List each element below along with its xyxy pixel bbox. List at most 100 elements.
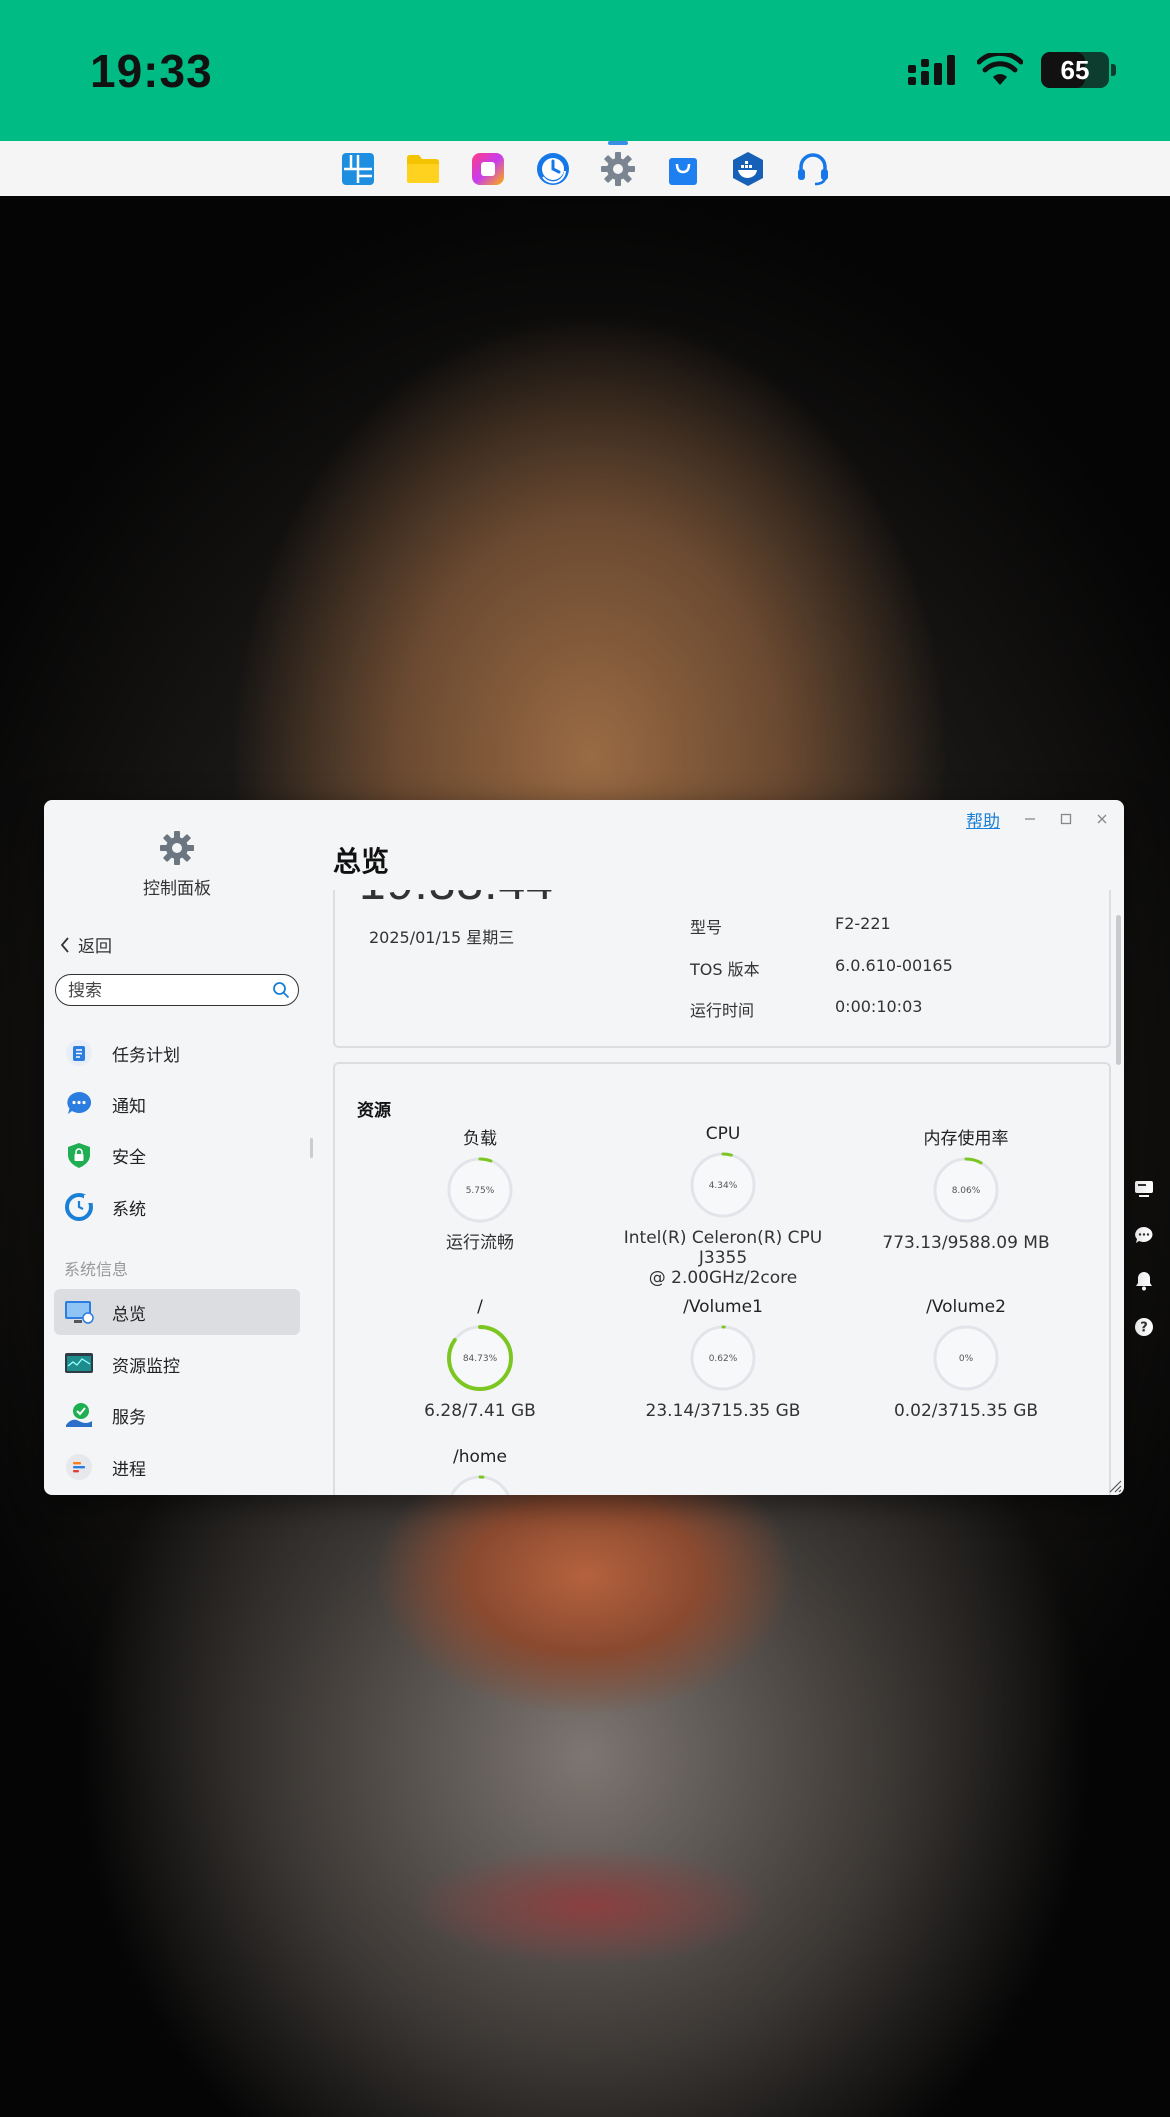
process-list-icon — [64, 1452, 94, 1482]
sidebar-item-label: 系统 — [112, 1199, 146, 1220]
sidebar-item-label: 服务 — [112, 1407, 146, 1428]
sidebar-item-label: 任务计划 — [112, 1045, 180, 1066]
app-header: 控制面板 — [44, 830, 310, 899]
gauge-ring: 5.75% — [447, 1157, 513, 1223]
resize-grip-icon[interactable] — [1106, 1477, 1122, 1493]
battery-level: 65 — [1060, 54, 1090, 85]
gauge-ring: 4.34% — [690, 1152, 756, 1218]
app-store-bag-icon[interactable] — [665, 151, 701, 187]
gauge-volume2: /Volume2 0% 0.02/3715.35 GB — [841, 1297, 1091, 1421]
overview-clock: 19:33:44 — [359, 890, 554, 911]
sidebar-item-resource-monitor[interactable]: 资源监控 — [54, 1341, 300, 1387]
back-label: 返回 — [78, 937, 112, 957]
section-label-system-info: 系统信息 — [64, 1260, 129, 1279]
sidebar-item-overview[interactable]: 总览 — [54, 1289, 300, 1335]
gauge-percent: 5.75% — [466, 1186, 495, 1196]
sidebar-scrollbar[interactable] — [310, 1138, 313, 1158]
info-value-tos-version: 6.0.610-00165 — [835, 956, 953, 975]
folder-icon[interactable] — [405, 151, 441, 187]
service-check-icon — [64, 1400, 94, 1430]
maximize-icon[interactable] — [1060, 813, 1072, 825]
gauge-ring: 84.73% — [447, 1325, 513, 1391]
close-icon[interactable] — [1096, 813, 1108, 825]
notification-bell-icon[interactable] — [1132, 1270, 1156, 1292]
overview-date: 2025/01/15 星期三 — [369, 928, 515, 947]
sidebar-item-service[interactable]: 服务 — [54, 1392, 300, 1438]
gauge-ring: 8.06% — [933, 1157, 999, 1223]
search-box[interactable] — [55, 974, 299, 1006]
gauge-percent: 0.62% — [709, 1354, 738, 1364]
minimize-icon[interactable] — [1024, 813, 1036, 825]
notification-chat-icon — [64, 1089, 94, 1119]
gauge-volume1: /Volume1 0.62% 23.14/3715.35 GB — [598, 1297, 848, 1421]
status-icons: 65 — [907, 52, 1116, 88]
gauge-root-volume: / 84.73% 6.28/7.41 GB — [355, 1297, 605, 1421]
sidebar-item-label: 资源监控 — [112, 1356, 180, 1377]
help-link[interactable]: 帮助 — [966, 807, 1000, 832]
gauge-label: / — [477, 1297, 483, 1317]
gauge-label: /Volume1 — [683, 1297, 763, 1317]
sidebar-item-system[interactable]: 系统 — [54, 1184, 300, 1230]
sidebar-item-label: 通知 — [112, 1096, 146, 1117]
wifi-icon — [977, 53, 1023, 85]
chevron-left-icon — [60, 936, 69, 953]
support-headset-icon[interactable] — [795, 151, 831, 187]
gauge-ring — [447, 1475, 513, 1495]
info-label-uptime: 运行时间 — [690, 1001, 755, 1020]
system-refresh-icon — [64, 1192, 94, 1222]
resources-title: 资源 — [357, 1101, 391, 1121]
gauge-label: /home — [453, 1447, 507, 1467]
sidebar-item-notification[interactable]: 通知 — [54, 1081, 300, 1127]
search-input[interactable] — [66, 979, 260, 1003]
gauge-label: 负载 — [463, 1129, 497, 1149]
docker-icon[interactable] — [730, 151, 766, 187]
grid-app-icon[interactable] — [340, 151, 376, 187]
gauge-sub: 运行流畅 — [446, 1233, 514, 1253]
gauge-memory: 内存使用率 8.06% 773.13/9588.09 MB — [841, 1124, 1091, 1253]
back-button[interactable]: 返回 — [60, 932, 112, 957]
sidebar-item-label: 总览 — [112, 1304, 146, 1325]
gauge-sub: 23.14/3715.35 GB — [645, 1401, 801, 1421]
main-scrollbar[interactable] — [1116, 915, 1121, 1065]
settings-gear-icon[interactable] — [600, 140, 636, 187]
task-list-icon — [64, 1038, 94, 1068]
status-bar: 19:33 65 — [0, 0, 1170, 141]
overview-monitor-icon — [64, 1297, 94, 1327]
message-chat-icon[interactable] — [1132, 1224, 1156, 1246]
info-label-model: 型号 — [690, 918, 723, 937]
gauge-label: 内存使用率 — [923, 1129, 1009, 1149]
gauge-percent: 84.73% — [463, 1354, 498, 1364]
gauge-load: 负载 5.75% 运行流畅 — [355, 1124, 605, 1253]
gauge-sub-2: @ 2.00GHz/2core — [648, 1268, 798, 1288]
sidebar-item-task-schedule[interactable]: 任务计划 — [54, 1030, 300, 1076]
gauge-label: CPU — [705, 1124, 741, 1144]
gauge-sub: 773.13/9588.09 MB — [882, 1233, 1050, 1253]
help-question-icon[interactable]: ? — [1132, 1316, 1156, 1338]
app-title: 控制面板 — [143, 879, 211, 899]
gauge-ring: 0.62% — [690, 1325, 756, 1391]
backup-clock-icon[interactable] — [535, 151, 571, 187]
gauge-cpu: CPU 4.34% Intel(R) Celeron(R) CPU J3355 … — [598, 1124, 848, 1288]
taskbar — [0, 140, 1170, 196]
gauge-percent: 8.06% — [952, 1186, 981, 1196]
photos-icon[interactable] — [470, 151, 506, 187]
battery-nub — [1111, 64, 1116, 76]
sidebar: 控制面板 返回 任务计划 通知 安全 — [44, 800, 310, 1495]
gauge-home-volume: /home — [355, 1447, 605, 1495]
info-value-model: F2-221 — [835, 914, 891, 933]
widget-monitor-icon[interactable] — [1132, 1178, 1156, 1200]
gauge-sub: Intel(R) Celeron(R) CPU J3355 — [623, 1228, 823, 1268]
battery-indicator: 65 — [1041, 52, 1109, 88]
gauge-percent: 4.34% — [709, 1181, 738, 1191]
sidebar-item-security[interactable]: 安全 — [54, 1132, 300, 1178]
resource-monitor-icon — [64, 1349, 94, 1379]
control-panel-window: 帮助 控制面板 返回 任务计划 通知 — [44, 800, 1124, 1495]
status-time: 19:33 — [90, 45, 213, 97]
gauge-ring: 0% — [933, 1325, 999, 1391]
search-icon[interactable] — [272, 981, 290, 999]
sidebar-item-process[interactable]: 进程 — [54, 1444, 300, 1490]
gauge-sub: 0.02/3715.35 GB — [893, 1401, 1039, 1421]
window-controls: 帮助 — [966, 804, 1108, 834]
cellular-signal-icon — [908, 55, 955, 85]
info-label-tos-version: TOS 版本 — [690, 960, 760, 979]
